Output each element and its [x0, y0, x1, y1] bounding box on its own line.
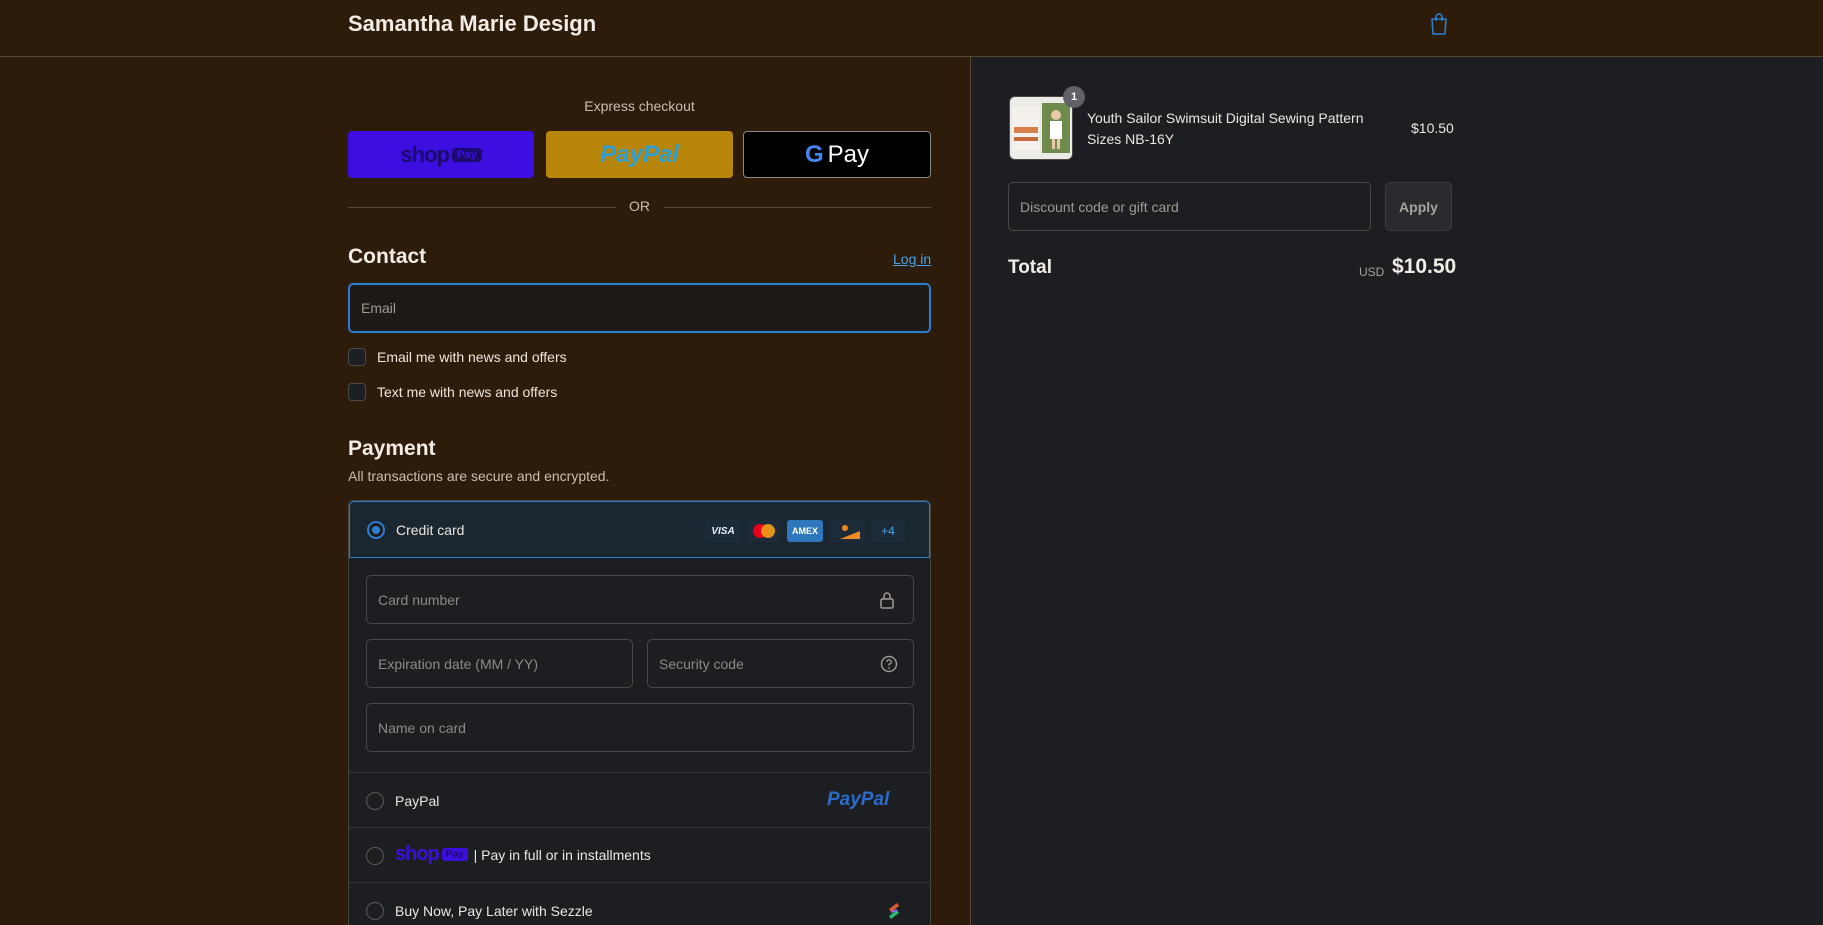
sezzle-option[interactable]: Buy Now, Pay Later with Sezzle [349, 882, 930, 925]
shop-pay-button[interactable]: shop Pay [348, 131, 534, 178]
sezzle-icon [889, 903, 899, 919]
shop-pay-logo: shop [400, 141, 450, 167]
product-thumbnail [1009, 96, 1073, 160]
security-code-input[interactable] [647, 639, 914, 688]
mastercard-icon [747, 520, 780, 542]
total-value: $10.50 [1392, 255, 1457, 278]
name-on-card-input[interactable] [366, 703, 914, 752]
shop-pay-option-logo: shop [395, 843, 440, 865]
credit-card-option[interactable]: Credit card VISA AMEX +4 [349, 501, 930, 558]
email-opt-in-label: Email me with news and offers [377, 349, 567, 365]
paypal-option[interactable]: PayPal PayPal [349, 772, 930, 827]
payment-subtitle: All transactions are secure and encrypte… [348, 468, 610, 484]
discount-code-input[interactable] [1008, 182, 1371, 231]
shop-pay-option-pill: Pay [441, 848, 468, 861]
visa-badge: VISA [705, 520, 741, 542]
credit-card-label: Credit card [396, 522, 465, 538]
header: Samantha Marie Design [0, 0, 1823, 57]
shop-pay-radio[interactable] [366, 847, 384, 865]
total-label: Total [1008, 257, 1052, 278]
text-opt-in-label: Text me with news and offers [377, 384, 558, 400]
email-opt-in-row[interactable]: Email me with news and offers [348, 348, 567, 366]
paypal-radio[interactable] [366, 792, 384, 810]
help-question-icon[interactable] [880, 655, 898, 673]
express-checkout-label: Express checkout [584, 98, 695, 114]
card-number-input[interactable] [366, 575, 914, 624]
shop-pay-option-label: | Pay in full or in installments [473, 846, 651, 863]
product-price: $10.50 [1411, 120, 1454, 136]
email-opt-in-checkbox[interactable] [348, 348, 366, 366]
amex-badge: AMEX [787, 520, 823, 542]
or-label: OR [629, 198, 650, 214]
product-name: Youth Sailor Swimsuit Digital Sewing Pat… [1087, 110, 1364, 147]
or-divider: OR [348, 197, 931, 217]
google-pay-button[interactable]: G Pay [743, 131, 931, 178]
credit-card-form [349, 558, 930, 772]
paypal-option-logo: PayPal [827, 789, 890, 810]
credit-card-radio[interactable] [367, 521, 385, 539]
expiration-date-input[interactable] [366, 639, 633, 688]
google-pay-label: Pay [827, 140, 870, 168]
contact-title: Contact [348, 245, 427, 268]
paypal-option-label: PayPal [395, 793, 440, 809]
discover-icon [829, 520, 865, 542]
more-cards-badge: +4 [871, 520, 905, 542]
shop-pay-pill: Pay [451, 147, 482, 162]
currency-code: USD [1359, 265, 1385, 279]
payment-title: Payment [348, 437, 436, 460]
shop-pay-installments-option[interactable]: shop Pay | Pay in full or in installment… [349, 827, 930, 882]
email-input[interactable] [348, 283, 931, 333]
text-opt-in-row[interactable]: Text me with news and offers [348, 383, 557, 401]
login-link[interactable]: Log in [893, 251, 931, 267]
paypal-logo: PayPal [600, 140, 679, 168]
paypal-express-button[interactable]: PayPal [546, 131, 733, 178]
text-opt-in-checkbox[interactable] [348, 383, 366, 401]
lock-icon [880, 592, 894, 609]
shopping-bag-icon[interactable] [1429, 12, 1449, 36]
quantity-badge: 1 [1063, 86, 1085, 108]
sezzle-option-label: Buy Now, Pay Later with Sezzle [395, 903, 593, 919]
google-g-icon: G [804, 140, 824, 168]
order-line-item: 1 Youth Sailor Swimsuit Digital Sewing P… [1009, 86, 1459, 161]
store-name[interactable]: Samantha Marie Design [348, 11, 596, 37]
payment-methods: Credit card VISA AMEX +4 Card number Exp… [348, 500, 931, 925]
sezzle-radio[interactable] [366, 902, 384, 920]
apply-discount-button[interactable]: Apply [1385, 182, 1452, 231]
